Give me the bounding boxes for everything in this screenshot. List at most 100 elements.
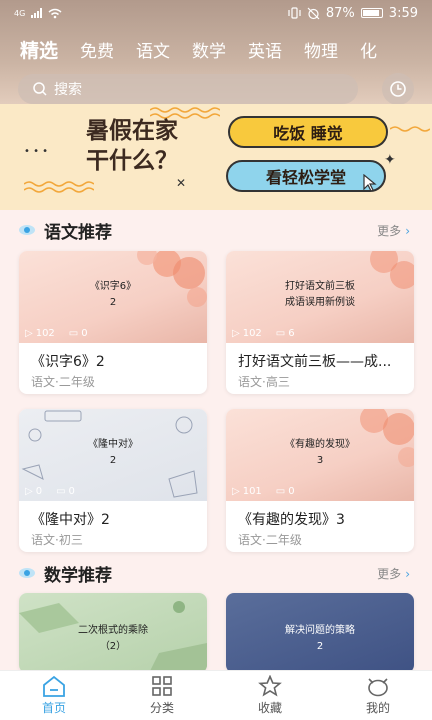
signal-icon (31, 8, 43, 18)
course-card[interactable]: 《识字6》 2 ▷ 102 ▭ 0 《识字6》2 语文·二年级 (19, 251, 207, 394)
card-stats: ▷ 0 ▭ 0 (25, 486, 85, 497)
play-count: 0 (35, 486, 43, 497)
comment-count: 6 (288, 328, 295, 339)
search-placeholder: 搜索 (54, 82, 82, 98)
wavy-decoration (390, 126, 430, 132)
history-button[interactable] (382, 73, 414, 105)
comment-count: 0 (68, 486, 75, 497)
tab-math[interactable]: 数学 (192, 37, 226, 62)
wifi-icon (48, 8, 62, 18)
wavy-decoration (24, 181, 94, 193)
thumbnail-title: 《隆中对》 2 (88, 439, 138, 466)
play-icon: ▷ (25, 486, 33, 497)
more-link[interactable]: 更多 › (377, 222, 410, 239)
banner-pill-eat-sleep: 吃饭 睡觉 (228, 116, 388, 148)
sparkle-icon: ✦ (384, 152, 396, 168)
comment-icon: ▭ (275, 328, 286, 339)
comment-count: 0 (288, 486, 295, 497)
more-link[interactable]: 更多 › (377, 565, 410, 582)
battery-percent: 87% (325, 5, 355, 21)
course-thumbnail: 打好语文前三板 成语误用新例谈 ▷ 102 ▭ 6 (226, 251, 414, 343)
play-icon: ▷ (25, 328, 33, 339)
comment-count: 0 (81, 328, 88, 339)
course-card[interactable]: 二次根式的乘除 （2） (19, 593, 207, 673)
course-title: 《识字6》2 (31, 354, 105, 370)
tab-physics[interactable]: 物理 (304, 37, 338, 62)
course-meta: 语文·高三 (238, 375, 290, 389)
course-card[interactable]: 解决问题的策略 2 (226, 593, 414, 673)
eye-icon (19, 225, 35, 235)
course-meta: 语文·初三 (31, 533, 83, 547)
card-stats: ▷ 101 ▭ 0 (232, 486, 305, 497)
course-title: 打好语文前三板——成... (238, 354, 392, 370)
nav-favorites-label: 收藏 (257, 701, 282, 715)
course-thumbnail: 《识字6》 2 ▷ 102 ▭ 0 (19, 251, 207, 343)
alarm-off-icon (307, 7, 320, 19)
comment-icon: ▭ (275, 486, 286, 497)
course-thumbnail: 解决问题的策略 2 (226, 593, 414, 673)
nav-favorites[interactable]: 收藏 (216, 671, 324, 720)
course-thumbnail: 《有趣的发现》 3 ▷ 101 ▭ 0 (226, 409, 414, 501)
chevron-right-icon: › (405, 224, 410, 238)
tab-english[interactable]: 英语 (248, 37, 282, 62)
sparkle-icon: • • • (24, 146, 49, 157)
promo-banner[interactable]: • • • ✕ ✦ 暑假在家 干什么？ 吃饭 睡觉 看轻松学堂 (0, 104, 432, 210)
search-row: 搜索 (18, 73, 414, 105)
nav-category-label: 分类 (149, 701, 174, 715)
section-header-math: 数学推荐 更多 › (18, 561, 414, 586)
star-icon (258, 675, 282, 697)
course-title: 《隆中对》2 (31, 512, 110, 528)
cat-face-icon (368, 678, 388, 697)
play-count: 101 (242, 486, 262, 497)
nav-category[interactable]: 分类 (108, 671, 216, 720)
course-meta: 语文·二年级 (238, 533, 302, 547)
section-title: 数学推荐 (44, 565, 112, 586)
section-header-chinese: 语文推荐 更多 › (18, 218, 414, 243)
bottom-nav: 首页 分类 收藏 我的 (0, 670, 432, 720)
section-title: 语文推荐 (44, 222, 112, 243)
comment-icon: ▭ (68, 328, 79, 339)
tab-chemistry[interactable]: 化 (360, 37, 377, 62)
home-icon (43, 675, 65, 697)
battery-icon (360, 8, 383, 18)
tab-chinese[interactable]: 语文 (136, 37, 170, 62)
clock: 3:59 (388, 5, 418, 21)
card-stats: ▷ 102 ▭ 6 (232, 328, 305, 339)
thumbnail-title: 解决问题的策略 2 (285, 625, 355, 652)
status-bar: 4G 87% 3:59 (0, 0, 432, 26)
tab-free[interactable]: 免费 (80, 37, 114, 62)
play-icon: ▷ (232, 486, 240, 497)
sparkle-icon: ✕ (176, 176, 187, 190)
tab-featured[interactable]: 精选 (20, 36, 58, 63)
chevron-right-icon: › (405, 567, 410, 581)
search-input[interactable]: 搜索 (18, 74, 358, 104)
nav-home-label: 首页 (41, 701, 66, 715)
play-count: 102 (35, 328, 55, 339)
cursor-icon (363, 174, 377, 192)
course-thumbnail: 《隆中对》 2 ▷ 0 ▭ 0 (19, 409, 207, 501)
thumbnail-title: 《有趣的发现》 3 (285, 439, 355, 466)
course-card[interactable]: 《有趣的发现》 3 ▷ 101 ▭ 0 《有趣的发现》3 语文·二年级 (226, 409, 414, 552)
course-title: 《有趣的发现》3 (238, 512, 345, 528)
course-meta: 语文·二年级 (31, 375, 95, 389)
network-label: 4G (14, 8, 26, 18)
card-stats: ▷ 102 ▭ 0 (25, 328, 98, 339)
search-icon (33, 82, 47, 96)
play-count: 102 (242, 328, 262, 339)
banner-title: 暑假在家 干什么？ (86, 118, 178, 174)
course-thumbnail: 二次根式的乘除 （2） (19, 593, 207, 673)
thumbnail-title: 《识字6》 2 (89, 281, 137, 308)
course-card[interactable]: 打好语文前三板 成语误用新例谈 ▷ 102 ▭ 6 打好语文前三板——成... 语文… (226, 251, 414, 394)
play-icon: ▷ (232, 328, 240, 339)
nav-profile[interactable]: 我的 (324, 671, 432, 720)
course-card[interactable]: 《隆中对》 2 ▷ 0 ▭ 0 《隆中对》2 语文·初三 (19, 409, 207, 552)
category-tabs: 精选 免费 语文 数学 英语 物理 化 (0, 30, 432, 68)
grid-icon (152, 676, 172, 696)
comment-icon: ▭ (56, 486, 66, 497)
thumbnail-title: 二次根式的乘除 （2） (78, 625, 148, 652)
nav-profile-label: 我的 (365, 701, 390, 715)
thumbnail-title: 打好语文前三板 成语误用新例谈 (285, 281, 355, 308)
nav-home[interactable]: 首页 (0, 671, 108, 720)
eye-icon (19, 568, 35, 578)
clock-icon (390, 81, 406, 97)
